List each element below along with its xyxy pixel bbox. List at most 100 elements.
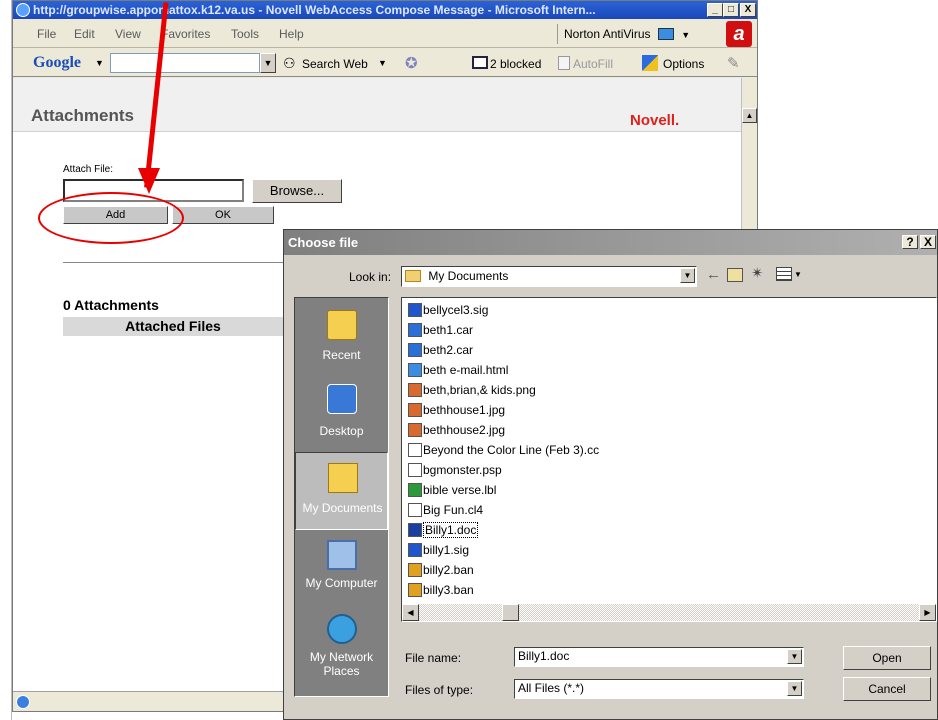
files-of-type-select[interactable]: All Files (*.*) ▼ <box>514 679 804 699</box>
scroll-right-button[interactable]: ▶ <box>919 604 936 621</box>
file-list-item[interactable]: bellycel3.sig <box>408 301 488 320</box>
dialog-titlebar[interactable]: Choose file <box>284 230 937 255</box>
look-in-label: Look in: <box>349 270 392 284</box>
file-list-item[interactable]: beth,brian,& kids.png <box>408 381 536 400</box>
file-list-item[interactable]: Beyond the Color Line (Feb 3).cc <box>408 441 599 460</box>
dialog-help-button[interactable]: ? <box>902 235 918 249</box>
file-list-item[interactable]: beth1.car <box>408 321 473 340</box>
search-web-button[interactable]: Search Web <box>302 57 368 71</box>
attach-file-label: Attach File: <box>63 164 114 175</box>
menu-help[interactable]: Help <box>279 27 304 41</box>
file-name: bethhouse1.jpg <box>423 403 506 417</box>
norton-shield-icon <box>657 28 674 40</box>
chevron-down-icon[interactable]: ▼ <box>794 270 802 279</box>
google-search-input[interactable] <box>110 53 260 73</box>
look-in-value: My Documents <box>428 269 509 283</box>
horizontal-scrollbar[interactable]: ◀ ▶ <box>402 604 936 621</box>
menu-view[interactable]: View <box>115 27 141 41</box>
image-icon <box>408 423 422 437</box>
ie-icon <box>16 3 30 17</box>
autofill-button[interactable]: AutoFill <box>573 57 613 71</box>
window-titlebar[interactable]: http://groupwise.appomattox.k12.va.us - … <box>13 1 757 19</box>
background-window-edge <box>0 0 12 720</box>
menu-edit[interactable]: Edit <box>74 27 95 41</box>
ban-icon <box>408 583 422 597</box>
menu-tools[interactable]: Tools <box>231 27 259 41</box>
file-list-item[interactable]: bible verse.lbl <box>408 481 496 500</box>
view-menu-icon[interactable] <box>776 267 792 281</box>
scroll-left-button[interactable]: ◀ <box>402 604 419 621</box>
look-in-combo[interactable]: My Documents ▼ <box>401 266 697 287</box>
file-list-item[interactable]: bgmonster.psp <box>408 461 502 480</box>
car-icon <box>408 323 422 337</box>
pagerank-icon[interactable]: ✪ <box>405 54 418 72</box>
minimize-button[interactable]: _ <box>707 3 723 17</box>
place-desktop-label: Desktop <box>319 424 364 438</box>
label-icon <box>408 483 422 497</box>
file-list-item[interactable]: beth2.car <box>408 341 473 360</box>
ok-button[interactable]: OK <box>172 206 274 224</box>
file-list-item[interactable]: billy1.sig <box>408 541 469 560</box>
place-my-computer[interactable]: My Computer <box>295 532 388 607</box>
file-name: beth,brian,& kids.png <box>423 383 536 397</box>
menu-favorites[interactable]: Favorites <box>161 27 210 41</box>
google-logo[interactable]: Google <box>33 54 81 72</box>
places-bar: Recent Desktop My Documents My Computer … <box>294 297 389 697</box>
choose-file-dialog: Choose file ? X Look in: My Documents ▼ … <box>283 229 938 720</box>
file-list-item[interactable]: bethhouse2.jpg <box>408 421 505 440</box>
place-my-documents[interactable]: My Documents <box>295 452 388 530</box>
file-list-item[interactable]: Big Fun.cl4 <box>408 501 483 520</box>
chevron-down-icon[interactable]: ▼ <box>680 268 695 283</box>
norton-toolbar[interactable]: Norton AntiVirus ▼ <box>557 24 707 44</box>
file-list-item[interactable]: beth e-mail.html <box>408 361 508 380</box>
google-toolbar: Google ▼ ▼ ⚇ Search Web ▼ ✪ 2 blocked Au… <box>13 49 757 77</box>
page-title: Attachments <box>31 106 134 125</box>
popup-blocked-count[interactable]: 2 blocked <box>490 57 541 71</box>
place-recent[interactable]: Recent <box>295 300 388 375</box>
maximize-button[interactable]: □ <box>723 3 739 17</box>
cancel-button[interactable]: Cancel <box>843 677 931 701</box>
attached-files-header: Attached Files <box>63 317 283 336</box>
open-button[interactable]: Open <box>843 646 931 670</box>
file-name-input[interactable]: Billy1.doc ▼ <box>514 647 804 667</box>
norton-label: Norton AntiVirus <box>564 27 651 41</box>
attachments-count: 0 Attachments <box>63 297 159 313</box>
file-list-item[interactable]: billy3.ban <box>408 581 474 600</box>
recent-folder-icon <box>327 310 357 340</box>
sig-icon <box>408 303 422 317</box>
file-list[interactable]: bellycel3.sig beth1.car beth2.car beth e-ma… <box>401 297 937 622</box>
menu-file[interactable]: File <box>37 27 56 41</box>
place-desktop[interactable]: Desktop <box>295 376 388 451</box>
google-search-dropdown[interactable]: ▼ <box>260 53 276 73</box>
highlighter-icon[interactable]: ✎ <box>727 54 740 72</box>
chevron-down-icon[interactable]: ▼ <box>787 681 802 696</box>
scroll-thumb[interactable] <box>502 604 519 621</box>
chevron-down-icon[interactable]: ▼ <box>378 58 387 68</box>
norton-logo-icon[interactable]: a <box>726 21 752 47</box>
attached-files-label: Attached Files <box>125 318 221 334</box>
file-list-item[interactable]: bethhouse1.jpg <box>408 401 505 420</box>
file-name: Beyond the Color Line (Feb 3).cc <box>423 443 600 457</box>
place-my-network[interactable]: My Network Places <box>295 608 388 696</box>
file-list-item[interactable]: Billy1.doc <box>408 521 479 540</box>
ban-icon <box>408 563 422 577</box>
file-name: Billy1.doc <box>423 522 479 538</box>
close-button[interactable]: X <box>740 3 756 17</box>
car-icon <box>408 343 422 357</box>
image-icon <box>408 403 422 417</box>
dialog-close-button[interactable]: X <box>920 235 936 249</box>
scroll-up-button[interactable]: ▲ <box>742 108 757 123</box>
new-folder-icon[interactable]: ✴ <box>751 264 764 282</box>
chevron-down-icon[interactable]: ▼ <box>95 58 104 68</box>
chevron-down-icon[interactable]: ▼ <box>787 649 802 664</box>
place-my-computer-label: My Computer <box>305 576 378 590</box>
file-name: beth1.car <box>423 323 474 337</box>
desktop-icon <box>327 384 357 414</box>
file-list-item[interactable]: billy2.ban <box>408 561 474 580</box>
back-icon[interactable]: ← <box>706 266 721 283</box>
attachments-header: Attachments Novell. <box>13 78 741 132</box>
options-button[interactable]: Options <box>663 57 704 71</box>
browse-button[interactable]: Browse... <box>252 179 342 203</box>
up-folder-icon[interactable] <box>727 268 743 282</box>
files-of-type-label: Files of type: <box>405 683 474 697</box>
